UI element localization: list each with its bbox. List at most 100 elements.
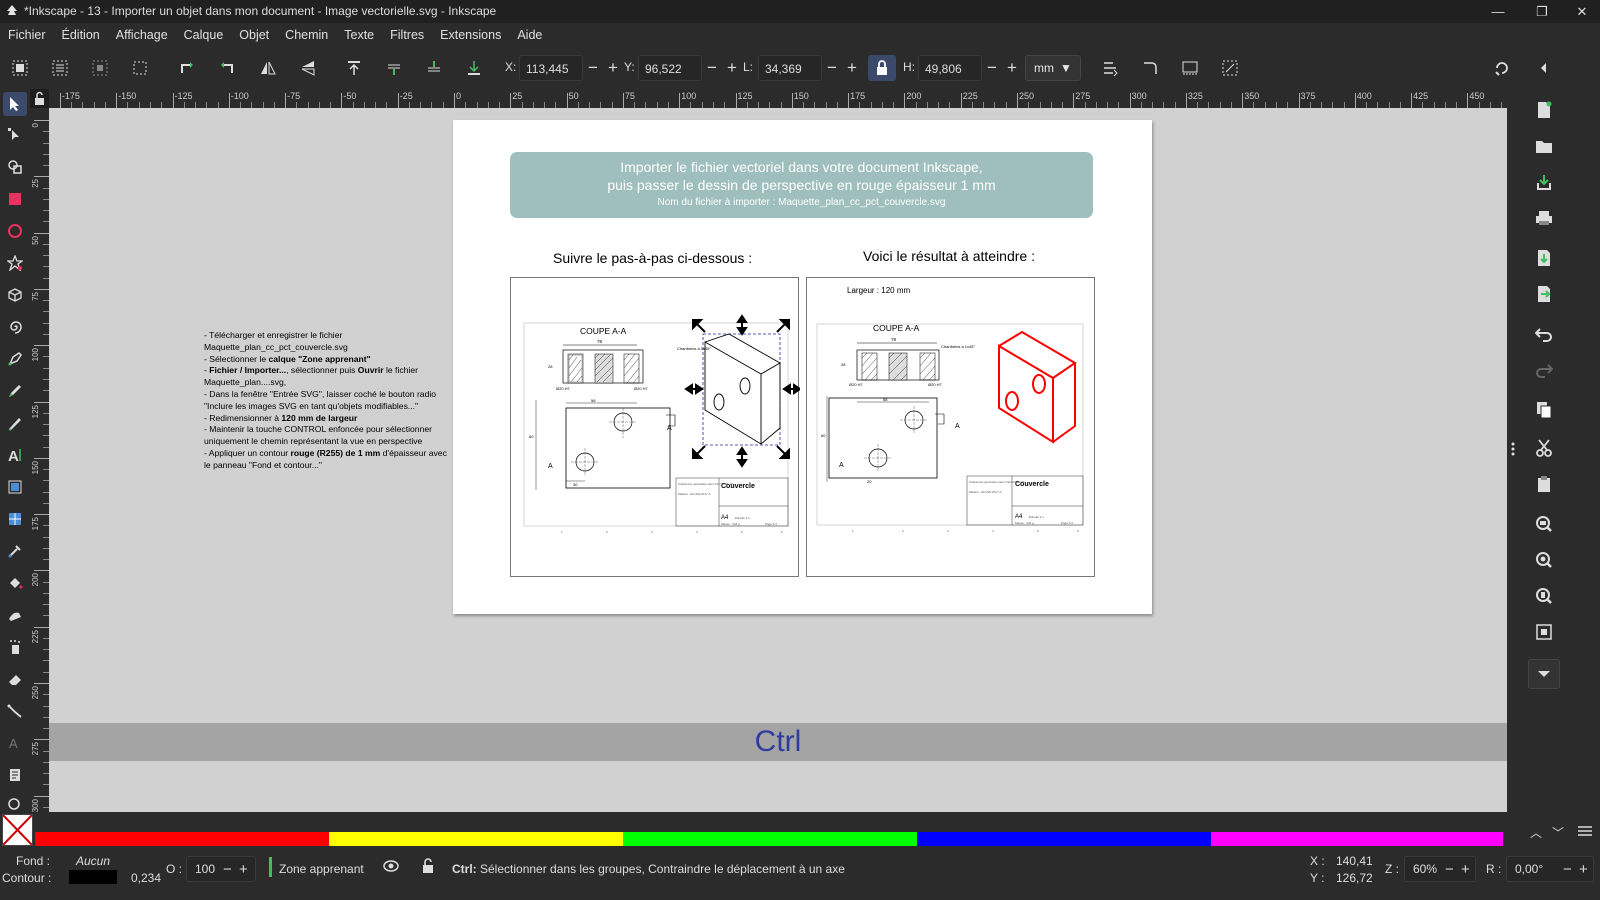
zoom-selection-icon[interactable] (1531, 511, 1557, 537)
paste-icon[interactable] (1531, 471, 1557, 497)
save-icon[interactable] (1531, 169, 1557, 195)
gradient-tool-icon[interactable] (3, 475, 27, 499)
x-increment-button[interactable]: + (603, 58, 623, 78)
x-input[interactable]: 113,445 (519, 55, 583, 81)
touch-select-icon[interactable] (130, 58, 150, 78)
no-paint-swatch[interactable] (2, 814, 33, 846)
banner[interactable]: Importer le fichier vectoriel dans votre… (510, 152, 1093, 218)
node-tool-icon[interactable] (3, 123, 27, 147)
import-icon[interactable] (1531, 245, 1557, 271)
menu-chemin[interactable]: Chemin (277, 28, 336, 42)
menu-objet[interactable]: Objet (231, 28, 277, 42)
y-increment-button[interactable]: + (722, 58, 742, 78)
rotate-ccw-icon[interactable] (177, 58, 197, 78)
palette-scroll-up-icon[interactable]: ︿ (1530, 824, 1542, 841)
flip-horizontal-icon[interactable] (258, 58, 278, 78)
tweak-tool-icon[interactable] (3, 603, 27, 627)
horizontal-ruler[interactable]: -175 -150 -125 -100 -75 -50 -25 0 25 50 75 100 125 15… (49, 89, 1507, 108)
more-commands-button[interactable] (1528, 659, 1560, 689)
snap-toggle-icon[interactable] (1492, 58, 1512, 78)
select-all-layers-icon[interactable] (50, 58, 70, 78)
export-icon[interactable] (1531, 281, 1557, 307)
layer-lock-icon[interactable] (421, 858, 435, 877)
height-input[interactable]: 49,806 (918, 55, 982, 81)
opacity-decrement-button[interactable]: − (223, 861, 239, 878)
y-spinbox[interactable]: 96,522 − + (638, 55, 742, 81)
menu-affichage[interactable]: Affichage (108, 28, 176, 42)
opacity-value[interactable]: 100 (187, 862, 223, 876)
height-decrement-button[interactable]: − (982, 58, 1002, 78)
height-spinbox[interactable]: 49,806 − + (918, 55, 1022, 81)
opacity-spinbox[interactable]: 100 − + (186, 856, 256, 882)
guide-lock-icon[interactable] (32, 91, 47, 106)
stroke-width-value[interactable]: 0,234 (131, 871, 161, 885)
mesh-tool-icon[interactable] (3, 507, 27, 531)
lock-ratio-button[interactable] (868, 55, 896, 81)
stroke-swatch[interactable] (69, 870, 117, 884)
width-input[interactable]: 34,369 (758, 55, 822, 81)
y-decrement-button[interactable]: − (702, 58, 722, 78)
vertical-ruler[interactable]: 0 25 50 75 100 125 150 175 200 225 250 275 300 (30, 108, 49, 812)
connector-tool-icon[interactable] (3, 699, 27, 723)
rotation-value[interactable]: 0,00° (1507, 862, 1563, 876)
open-icon[interactable] (1531, 133, 1557, 159)
copy-icon[interactable] (1531, 397, 1557, 423)
lower-icon[interactable] (424, 58, 444, 78)
minimize-button[interactable]: — (1476, 0, 1520, 23)
text-tool-icon[interactable]: A (3, 443, 27, 467)
units-dropdown[interactable]: mm ▼ (1025, 55, 1081, 81)
palette-menu-icon[interactable] (1578, 824, 1592, 842)
maximize-button[interactable]: ❐ (1520, 0, 1564, 23)
width-increment-button[interactable]: + (842, 58, 862, 78)
zoom-drawing-icon[interactable] (1531, 547, 1557, 573)
layer-visibility-icon[interactable] (383, 859, 399, 876)
zoom-increment-button[interactable]: + (1461, 861, 1475, 878)
rotation-decrement-button[interactable]: − (1563, 861, 1579, 878)
swatch-magenta[interactable] (1211, 832, 1503, 846)
width-decrement-button[interactable]: − (822, 58, 842, 78)
zoom-decrement-button[interactable]: − (1445, 861, 1461, 878)
menu-fichier[interactable]: Fichier (0, 28, 54, 42)
right-frame[interactable]: Largeur : 120 mm COUPE A-A 78 28 Ø20 H7 … (806, 277, 1095, 577)
flip-vertical-icon[interactable] (298, 58, 318, 78)
zoom-spinbox[interactable]: 60% − + (1404, 856, 1476, 882)
swatch-blue[interactable] (917, 832, 1211, 846)
deselect-icon[interactable] (90, 58, 110, 78)
swatch-yellow[interactable] (329, 832, 623, 846)
collapse-panel-icon[interactable] (1534, 58, 1554, 78)
scale-corners-icon[interactable] (1140, 58, 1160, 78)
close-button[interactable]: ✕ (1564, 0, 1600, 23)
rotation-increment-button[interactable]: + (1579, 861, 1593, 878)
pencil-tool-icon[interactable] (3, 379, 27, 403)
ellipse-tool-icon[interactable] (3, 219, 27, 243)
panel-handle-icon[interactable] (1510, 441, 1516, 457)
width-spinbox[interactable]: 34,369 − + (758, 55, 862, 81)
selector-tool-icon[interactable] (3, 92, 27, 116)
star-tool-icon[interactable] (3, 251, 27, 275)
zoom-page-width-icon[interactable] (1531, 619, 1557, 645)
palette-scroll-down-icon[interactable]: ﹀ (1552, 824, 1564, 841)
raise-to-top-icon[interactable] (344, 58, 364, 78)
height-increment-button[interactable]: + (1002, 58, 1022, 78)
x-spinbox[interactable]: 113,445 − + (519, 55, 623, 81)
pages-tool-icon[interactable] (3, 763, 27, 787)
cut-icon[interactable] (1531, 435, 1557, 461)
pen-tool-icon[interactable] (3, 347, 27, 371)
new-document-icon[interactable] (1531, 97, 1557, 123)
menu-aide[interactable]: Aide (509, 28, 550, 42)
x-decrement-button[interactable]: − (583, 58, 603, 78)
y-input[interactable]: 96,522 (638, 55, 702, 81)
rectangle-tool-icon[interactable] (3, 187, 27, 211)
menu-calque[interactable]: Calque (176, 28, 232, 42)
zoom-page-icon[interactable] (1531, 583, 1557, 609)
current-layer[interactable]: Zone apprenant (279, 862, 364, 876)
box-3d-tool-icon[interactable] (3, 283, 27, 307)
left-heading[interactable]: Suivre le pas-à-pas ci-dessous : (553, 250, 752, 266)
right-heading[interactable]: Voici le résultat à atteindre : (863, 248, 1035, 264)
zoom-value[interactable]: 60% (1405, 862, 1445, 876)
print-icon[interactable] (1531, 205, 1557, 231)
raise-icon[interactable] (384, 58, 404, 78)
menu-texte[interactable]: Texte (336, 28, 382, 42)
opacity-increment-button[interactable]: + (239, 861, 253, 878)
fill-value[interactable]: Aucun (76, 854, 110, 868)
